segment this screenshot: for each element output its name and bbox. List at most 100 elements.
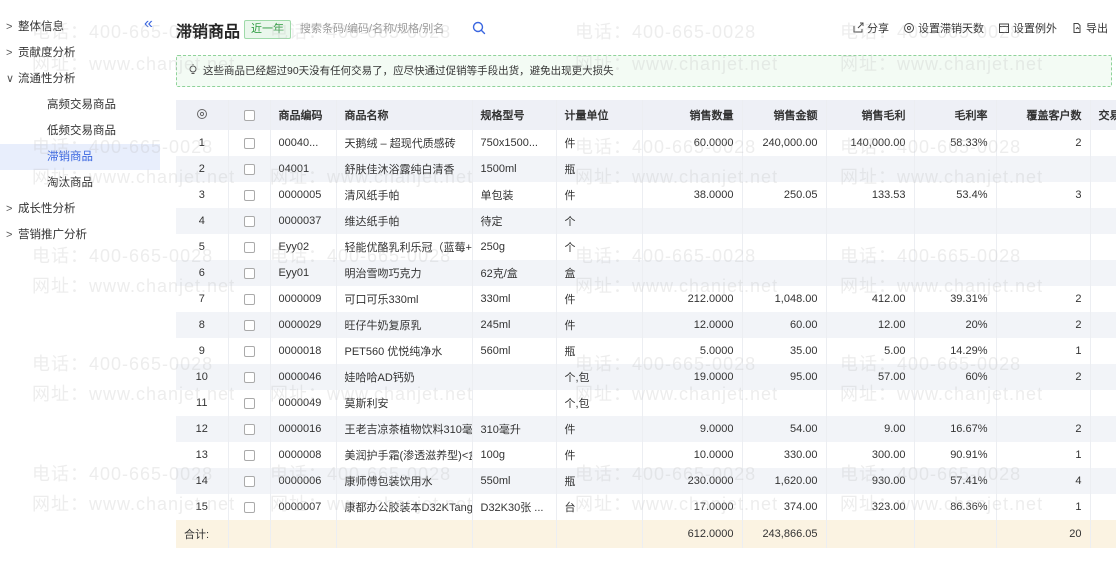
double-chevron-left-icon[interactable]: « <box>144 16 160 33</box>
table-cell: 明治雪吻巧克力 <box>336 260 473 286</box>
row-index: 8 <box>176 312 229 338</box>
row-checkbox-cell[interactable] <box>228 468 271 494</box>
row-checkbox[interactable] <box>243 501 255 513</box>
row-checkbox[interactable] <box>243 371 255 383</box>
table-row[interactable]: 6 Eyy01 明治雪吻巧克力 62克/盒盒 <box>176 260 1116 286</box>
sidebar-item-3[interactable]: 高频交易商品 <box>0 92 160 118</box>
table-cell: 2 <box>996 130 1091 156</box>
table-cell: 95.00 <box>742 364 827 390</box>
row-checkbox-cell[interactable] <box>228 156 271 182</box>
table-cell <box>1090 442 1116 468</box>
sidebar-item-4[interactable]: 低频交易商品 <box>0 118 160 144</box>
row-checkbox-cell[interactable] <box>228 286 271 312</box>
table-cell: 310毫升 <box>472 416 557 442</box>
row-index: 11 <box>176 390 229 416</box>
table-cell: 0000049 <box>270 390 337 416</box>
search-icon[interactable] <box>472 21 486 35</box>
row-checkbox[interactable] <box>243 293 255 305</box>
total-cell <box>472 520 557 548</box>
table-cell: 412.00 <box>826 286 915 312</box>
column-header: 销售数量 <box>642 100 743 130</box>
row-checkbox[interactable] <box>243 163 255 175</box>
table-row[interactable]: 12 0000016 王老吉凉茶植物饮料310毫升 310毫升件 9.0000 54.00… <box>176 416 1116 442</box>
table-cell: 374.00 <box>742 494 827 520</box>
row-checkbox-cell[interactable] <box>228 364 271 390</box>
row-checkbox-cell[interactable] <box>228 338 271 364</box>
row-checkbox[interactable] <box>243 449 255 461</box>
sidebar-item-1[interactable]: > 贡献度分析 <box>0 40 160 66</box>
table-row[interactable]: 3 0000005 清风纸手帕 单包装件 38.0000 250.05 133.53 53.4… <box>176 182 1116 208</box>
period-tag[interactable]: 近一年 <box>244 20 291 39</box>
row-checkbox[interactable] <box>243 319 255 331</box>
row-checkbox[interactable] <box>243 241 255 253</box>
set-unsold-days-button[interactable]: 设置滞销天数 <box>903 20 984 36</box>
table-row[interactable]: 10 0000046 娃哈哈AD钙奶 个,包 19.0000 95.00 57.00 60% 2 <box>176 364 1116 390</box>
row-checkbox[interactable] <box>243 189 255 201</box>
search-input[interactable] <box>300 19 460 39</box>
settings-icon[interactable] <box>196 108 208 120</box>
table-cell: 莫斯利安 <box>336 390 473 416</box>
row-checkbox[interactable] <box>243 215 255 227</box>
notice-banner: 这些商品已经超过90天没有任何交易了，应尽快通过促销等手段出货，避免出现更大损失 <box>176 55 1112 87</box>
row-checkbox-cell[interactable] <box>228 442 271 468</box>
table-cell: 250g <box>472 234 557 260</box>
table-row[interactable]: 11 0000049 莫斯利安 个,包 <box>176 390 1116 416</box>
table-cell: 康师傅包装饮用水 <box>336 468 473 494</box>
table-cell: 0000009 <box>270 286 337 312</box>
table-row[interactable]: 13 0000008 美润护手霜(渗透滋养型)<盒 100g 件 10.0000 330.0… <box>176 442 1116 468</box>
row-checkbox[interactable] <box>243 397 255 409</box>
row-checkbox-cell[interactable] <box>228 234 271 260</box>
row-checkbox[interactable] <box>243 137 255 149</box>
table-row[interactable]: 9 0000018 PET560 优悦纯净水 560ml 瓶 5.0000 35.00 5.0… <box>176 338 1116 364</box>
table-row[interactable]: 4 0000037 维达纸手帕 待定个 <box>176 208 1116 234</box>
table-row[interactable]: 1 00040... 天鹅绒 – 超现代质感砖 750x1500... 件 60.0000… <box>176 130 1116 156</box>
table-cell <box>1090 494 1116 520</box>
table-cell: 212.0000 <box>642 286 743 312</box>
table-cell: Eyy01 <box>270 260 337 286</box>
sidebar-item-8[interactable]: > 营销推广分析 <box>0 222 160 248</box>
checkbox[interactable] <box>243 109 255 121</box>
share-icon <box>853 22 864 33</box>
table-row[interactable]: 8 0000029 旺仔牛奶复原乳 245ml 件 12.0000 60.00 12.00 20… <box>176 312 1116 338</box>
table-row[interactable]: 15 0000007 康都办公胶装本D32KTangl D32K30张 ... 台 17.… <box>176 494 1116 520</box>
row-checkbox-cell[interactable] <box>228 130 271 156</box>
table-cell: 19.0000 <box>642 364 743 390</box>
table-cell: 件 <box>556 416 643 442</box>
row-checkbox-cell[interactable] <box>228 416 271 442</box>
set-exception-button[interactable]: 设置例外 <box>998 20 1057 36</box>
row-checkbox-cell[interactable] <box>228 312 271 338</box>
column-settings-header[interactable] <box>176 100 229 130</box>
table-cell: 323.00 <box>826 494 915 520</box>
table-row[interactable]: 14 0000006 康师傅包装饮用水 550ml 瓶 230.0000 1,620.00 9… <box>176 468 1116 494</box>
sidebar-item-5[interactable]: 滞销商品 <box>0 144 160 170</box>
table-row[interactable]: 7 0000009 可口可乐330ml 330ml 件 212.0000 1,048.00 4… <box>176 286 1116 312</box>
row-checkbox-cell[interactable] <box>228 260 271 286</box>
row-checkbox[interactable] <box>243 267 255 279</box>
row-checkbox[interactable] <box>243 475 255 487</box>
select-all-checkbox[interactable] <box>228 100 271 130</box>
table-cell <box>1090 390 1116 416</box>
table-row[interactable]: 2 04001 舒肤佳沐浴露纯白清香 1500ml 瓶 <box>176 156 1116 182</box>
export-button[interactable]: 导出 <box>1071 20 1108 36</box>
sidebar-item-7[interactable]: > 成长性分析 <box>0 196 160 222</box>
share-label: 分享 <box>867 23 889 35</box>
table-cell: 250.05 <box>742 182 827 208</box>
table-row[interactable]: 5 Eyy02 轻能优酪乳利乐冠（蓝莓+才 250g 个 <box>176 234 1116 260</box>
row-checkbox[interactable] <box>243 423 255 435</box>
row-checkbox-cell[interactable] <box>228 494 271 520</box>
column-header: 交易 <box>1090 100 1116 130</box>
row-checkbox[interactable] <box>243 345 255 357</box>
table-cell: 0000006 <box>270 468 337 494</box>
row-checkbox-cell[interactable] <box>228 182 271 208</box>
sidebar-item-0[interactable]: > 整体信息 <box>0 14 160 40</box>
chevron-right-icon: > <box>6 47 13 59</box>
table-cell: 20% <box>914 312 997 338</box>
table-cell: 2 <box>996 364 1091 390</box>
share-button[interactable]: 分享 <box>852 20 889 36</box>
row-checkbox-cell[interactable] <box>228 208 271 234</box>
row-checkbox-cell[interactable] <box>228 390 271 416</box>
table-cell: 3 <box>996 182 1091 208</box>
table-cell <box>1090 338 1116 364</box>
sidebar-item-6[interactable]: 淘汰商品 <box>0 170 160 196</box>
sidebar-item-2[interactable]: ∨ 流通性分析 <box>0 66 160 92</box>
